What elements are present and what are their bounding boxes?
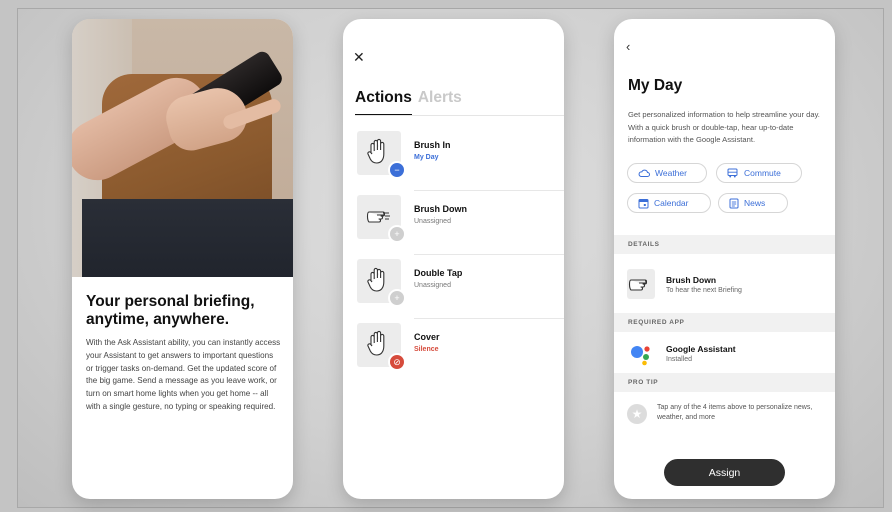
hand-flat-icon [366,211,390,223]
chip-label: Weather [655,168,687,178]
hero-photo [72,19,293,277]
section-header-details: DETAILS [614,235,835,254]
plus-icon: + [388,225,406,243]
page-title: My Day [628,77,683,94]
detail-gesture-tile [627,269,655,299]
calendar-icon [638,198,649,208]
page-description: Get personalized information to help str… [628,110,820,144]
hand-flat-icon [628,279,647,291]
chip-commute[interactable]: Commute [716,163,802,183]
news-icon [729,198,739,208]
pro-tip-text: Tap any of the 4 items above to personal… [657,404,813,421]
action-title: Brush In [414,140,451,150]
tab-alerts[interactable]: Alerts [418,89,462,116]
action-title: Cover [414,332,440,342]
action-row-cover[interactable]: ⊘ Cover Silence [355,321,564,383]
hand-cover-icon [367,330,385,356]
phone-screen-actions: ✕ Actions Alerts − Brush In My Day + Bru… [343,19,564,499]
chip-label: Calendar [654,198,689,208]
hand-tap-icon [367,267,385,292]
app-name: Google Assistant [666,344,736,354]
close-icon[interactable]: ✕ [353,49,365,66]
intro-title: Your personal briefing, anytime, anywher… [86,293,255,328]
bus-icon [727,168,738,178]
action-subtitle: My Day [414,154,439,161]
chip-news[interactable]: News [718,193,788,213]
hand-raised-icon [367,138,385,164]
section-header-required-app: REQUIRED APP [614,313,835,332]
app-status: Installed [666,356,693,363]
detail-title: Brush Down [666,275,717,285]
action-row-brush-down[interactable]: + Brush Down Unassigned [355,193,564,255]
action-subtitle: Unassigned [414,218,451,225]
action-row-brush-in[interactable]: − Brush In My Day [355,129,564,191]
phone-screen-my-day: ‹ My Day Get personalized information to… [614,19,835,499]
cloud-icon [638,169,650,177]
star-icon: ★ [627,404,647,424]
action-title: Brush Down [414,204,467,214]
action-title: Double Tap [414,268,463,278]
block-icon: ⊘ [388,353,406,371]
chip-weather[interactable]: Weather [627,163,707,183]
tab-actions[interactable]: Actions [355,89,412,116]
tab-divider [355,115,564,116]
action-subtitle: Silence [414,346,439,353]
minus-icon: − [388,161,406,179]
intro-body: With the Ask Assistant ability, you can … [86,338,281,411]
google-assistant-logo [631,346,650,366]
tab-bar: Actions Alerts [355,89,462,116]
chevron-left-icon[interactable]: ‹ [626,39,630,54]
action-subtitle: Unassigned [414,282,451,289]
chip-label: News [744,198,766,208]
assign-button[interactable]: Assign [664,459,785,486]
plus-icon: + [388,289,406,307]
phone-screen-intro: Your personal briefing, anytime, anywher… [72,19,293,499]
detail-subtitle: To hear the next Briefing [666,287,742,294]
section-header-pro-tip: PRO TIP [614,373,835,392]
chip-calendar[interactable]: Calendar [627,193,711,213]
chip-label: Commute [744,168,781,178]
action-row-double-tap[interactable]: + Double Tap Unassigned [355,257,564,319]
